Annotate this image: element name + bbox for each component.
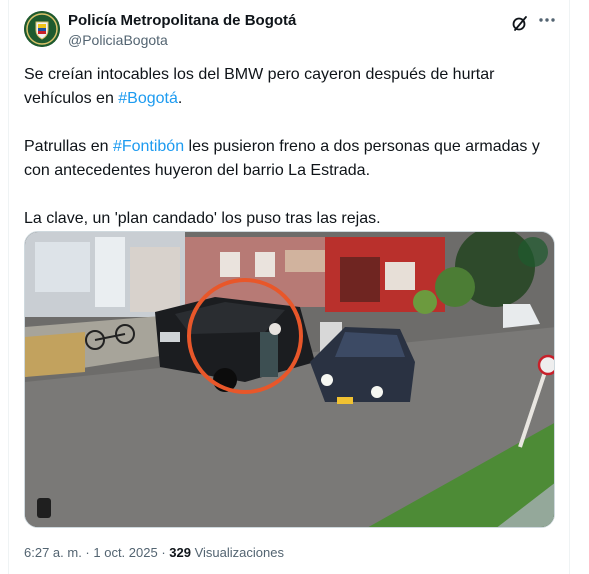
grok-slash-icon[interactable] [511, 14, 529, 32]
tweet-time[interactable]: 6:27 a. m. [24, 545, 82, 560]
author-handle[interactable]: @PoliciaBogota [68, 32, 168, 48]
security-camera-still-icon [25, 232, 554, 527]
police-shield-logo-icon [24, 11, 60, 47]
hashtag-fontibon[interactable]: #Fontibón [113, 138, 184, 155]
tweet-date[interactable]: 1 oct. 2025 [93, 545, 157, 560]
author-name[interactable]: Policía Metropolitana de Bogotá [68, 12, 296, 29]
tweet-meta: 6:27 a. m. · 1 oct. 2025 · 329 Visualiza… [24, 545, 284, 560]
views-label: Visualizaciones [194, 545, 284, 560]
views-count: 329 [169, 545, 191, 560]
hashtag-bogota[interactable]: #Bogotá [118, 90, 178, 107]
tweet-paragraph-3: La clave, un 'plan candado' los puso tra… [24, 210, 381, 227]
tweet-media-image[interactable] [24, 231, 555, 528]
ellipsis-icon[interactable] [537, 9, 557, 29]
tweet-paragraph-2: Patrullas en #Fontibón les pusieron fren… [24, 138, 540, 179]
tweet-text: Se creían intocables los del BMW pero ca… [24, 63, 559, 255]
author-avatar[interactable] [24, 11, 60, 47]
tweet-paragraph-1: Se creían intocables los del BMW pero ca… [24, 66, 495, 107]
